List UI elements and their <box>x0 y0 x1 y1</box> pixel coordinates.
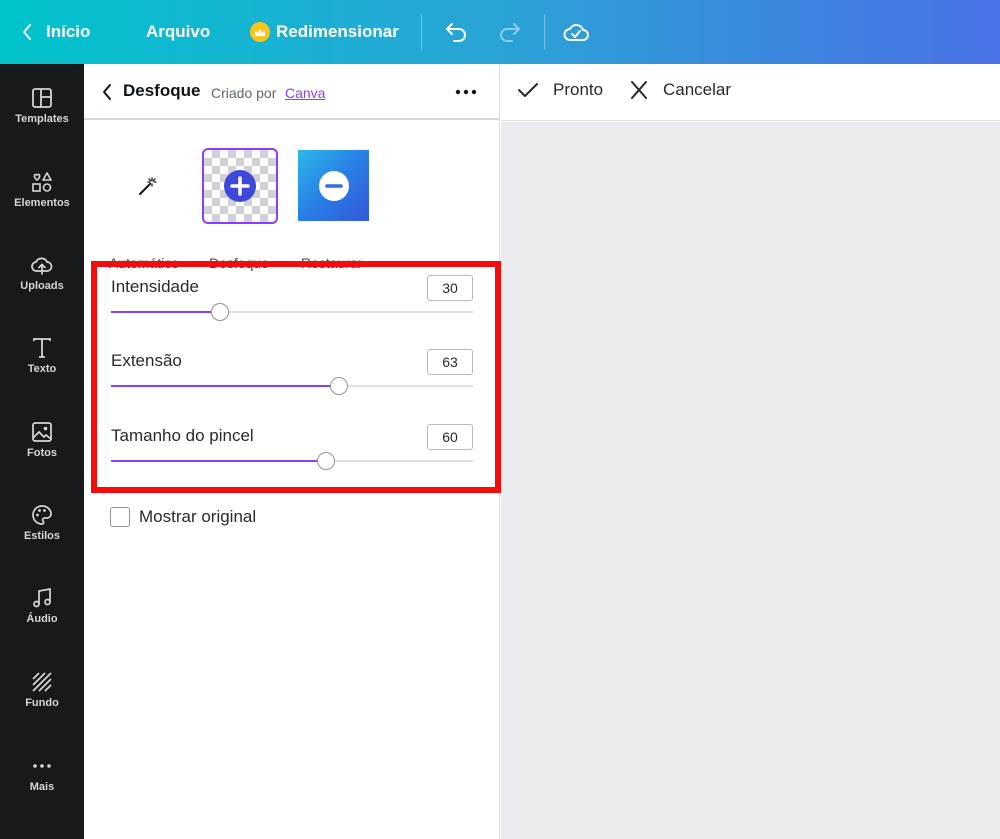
creator-link[interactable]: Canva <box>285 85 325 101</box>
top-toolbar: Início Arquivo Redimensionar <box>0 0 1000 64</box>
cloud-check-icon <box>563 24 589 41</box>
chevron-left-icon <box>23 24 31 40</box>
panel-title: Desfoque <box>123 81 201 100</box>
sidebar-item-label: Texto <box>27 363 57 375</box>
intensity-slider-handle[interactable] <box>210 303 229 321</box>
brush-size-value-input[interactable]: 60 <box>427 424 473 450</box>
edit-mode-bar: Pronto Cancelar <box>501 64 1000 121</box>
auto-tool-label: Automático <box>109 255 180 271</box>
elements-icon <box>32 172 52 192</box>
design-canvas[interactable] <box>501 122 1000 839</box>
cloud-save-button[interactable] <box>560 16 592 48</box>
sidebar-item-fundo[interactable]: Fundo <box>0 670 84 740</box>
file-menu-label: Arquivo <box>146 22 211 41</box>
magic-wand-icon <box>139 177 157 195</box>
restore-tool-label: Restaurar <box>301 255 363 271</box>
sidebar-item-uploads[interactable]: Uploads <box>0 253 84 323</box>
sidebar-item-mais[interactable]: Mais <box>0 754 84 824</box>
photo-icon <box>32 422 52 442</box>
crown-icon <box>250 22 270 42</box>
sidebar-item-estilos[interactable]: Estilos <box>0 503 84 573</box>
sidebar-item-label: Uploads <box>20 280 64 292</box>
brush-size-slider[interactable] <box>111 452 473 470</box>
sidebar-item-label: Áudio <box>26 613 58 625</box>
redo-icon <box>500 23 520 42</box>
sidebar-item-templates[interactable]: Templates <box>0 86 84 156</box>
show-original-checkbox[interactable] <box>110 507 130 527</box>
home-back-button[interactable]: Início <box>22 0 90 64</box>
cancel-label: Cancelar <box>663 80 732 99</box>
sidebar-item-label: Mais <box>29 781 55 793</box>
show-original-toggle[interactable]: Mostrar original <box>110 507 256 527</box>
intensity-label: Intensidade <box>111 277 199 296</box>
intensity-slider[interactable] <box>111 303 473 321</box>
extension-slider-fill <box>111 385 340 387</box>
extension-label: Extensão <box>111 351 182 370</box>
intensity-value-input[interactable]: 30 <box>427 275 473 301</box>
extension-slider-handle[interactable] <box>330 377 349 395</box>
brush-size-label: Tamanho do pincel <box>111 426 254 445</box>
show-original-label: Mostrar original <box>139 507 257 526</box>
panel-back-button[interactable] <box>102 83 116 101</box>
more-dots-icon <box>33 764 51 768</box>
templates-icon <box>32 88 52 108</box>
panel-header: Desfoque Criado por Canva <box>84 64 500 120</box>
brush-size-slider-fill <box>111 460 327 462</box>
cancel-button[interactable]: Cancelar <box>629 80 731 100</box>
restore-tool-thumb <box>298 150 369 221</box>
brush-size-slider-handle[interactable] <box>317 452 336 470</box>
toolbar-divider <box>421 14 422 50</box>
blur-tool-thumb <box>202 148 278 224</box>
background-stripes-icon <box>32 672 52 692</box>
blur-tool-label: Desfoque <box>209 255 269 271</box>
resize-label: Redimensionar <box>276 22 399 41</box>
toolbar-divider <box>544 14 545 50</box>
sidebar-item-texto[interactable]: Texto <box>0 336 84 406</box>
sidebar-item-label: Fotos <box>27 447 57 459</box>
chevron-left-icon <box>103 84 111 100</box>
text-icon <box>33 338 51 358</box>
done-button[interactable]: Pronto <box>517 80 603 100</box>
sidebar-item-label: Fundo <box>25 697 59 709</box>
auto-tool-thumb <box>108 148 188 224</box>
sidebar-item-label: Elementos <box>14 197 70 209</box>
undo-icon <box>446 23 466 42</box>
plus-circle-icon <box>224 170 256 202</box>
sidebar-item-fotos[interactable]: Fotos <box>0 420 84 490</box>
redo-button[interactable] <box>494 16 526 48</box>
extension-value-input[interactable]: 63 <box>427 349 473 375</box>
blur-effect-panel: Desfoque Criado por Canva Automático Des… <box>84 64 501 839</box>
check-icon <box>518 83 538 97</box>
sidebar-item-label: Templates <box>15 113 69 125</box>
intensity-slider-fill <box>111 311 220 313</box>
sidebar-item-audio[interactable]: Áudio <box>0 586 84 656</box>
music-note-icon <box>33 587 51 608</box>
undo-button[interactable] <box>440 16 472 48</box>
upload-cloud-icon <box>31 257 53 275</box>
created-by-text: Criado por <box>211 85 277 101</box>
more-options-button[interactable] <box>454 80 478 104</box>
extension-slider[interactable] <box>111 377 473 395</box>
resize-button[interactable]: Redimensionar <box>250 0 399 64</box>
more-horizontal-icon <box>455 89 477 95</box>
home-label: Início <box>46 22 91 41</box>
left-sidebar: Templates Elementos Uploads Texto Fotos … <box>0 64 84 839</box>
file-menu-button[interactable]: Arquivo <box>146 0 210 64</box>
close-icon <box>631 81 647 99</box>
sidebar-item-elementos[interactable]: Elementos <box>0 170 84 240</box>
palette-icon <box>32 505 52 525</box>
minus-circle-icon <box>318 170 349 201</box>
sidebar-item-label: Estilos <box>23 530 61 542</box>
done-label: Pronto <box>553 80 604 99</box>
